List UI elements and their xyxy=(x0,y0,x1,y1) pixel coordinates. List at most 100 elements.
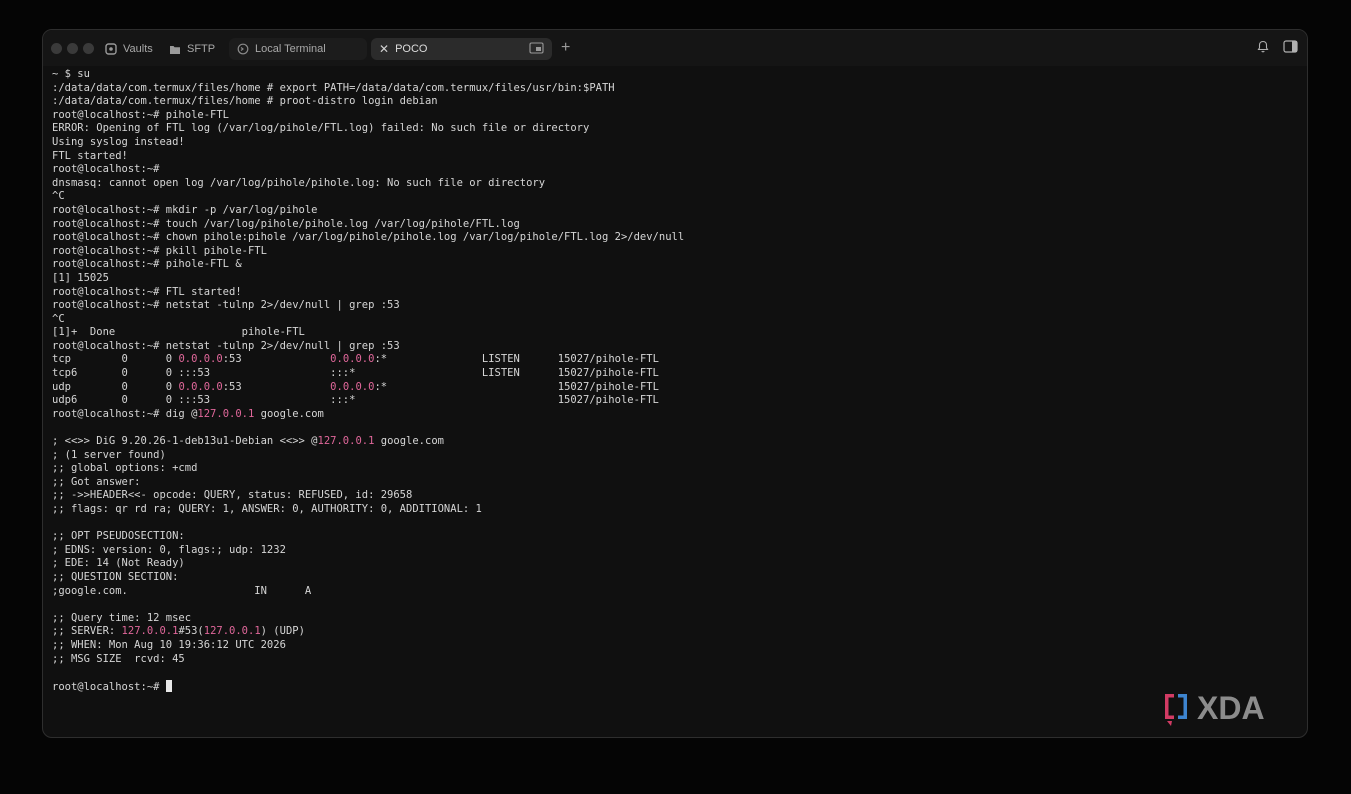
terminal-line: root@localhost:~# touch /var/log/pihole/… xyxy=(52,218,1307,232)
logo-text: XDA xyxy=(1197,690,1265,726)
terminal-line: tcp 0 0 0.0.0.0:53 0.0.0.0:* LISTEN 1502… xyxy=(52,353,1307,367)
terminal-text: root@localhost:~# FTL started! xyxy=(52,285,242,298)
close-icon[interactable]: ✕ xyxy=(379,42,389,56)
terminal-text: ;; SERVER: xyxy=(52,625,122,638)
terminal-text: ;; Got answer: xyxy=(52,475,141,488)
ip-address: 127.0.0.1 xyxy=(317,435,375,448)
tab-label: POCO xyxy=(395,43,428,55)
terminal-text: ERROR: Opening of FTL log (/var/log/piho… xyxy=(52,122,590,135)
terminal-text: ; EDNS: version: 0, flags:; udp: 1232 xyxy=(52,543,286,556)
tab-local-terminal[interactable]: Local Terminal xyxy=(229,38,367,60)
terminal-line: Using syslog instead! xyxy=(52,136,1307,150)
terminal-text: ;google.com. IN A xyxy=(52,584,312,597)
terminal-text: ^C xyxy=(52,312,65,325)
terminal-icon xyxy=(237,43,249,55)
terminal-text: udp6 0 0 :::53 :::* 15027/pihole-FTL xyxy=(52,394,659,407)
terminal-line: ;; Got answer: xyxy=(52,476,1307,490)
terminal-text: ;; MSG SIZE rcvd: 45 xyxy=(52,652,185,665)
terminal-line: :/data/data/com.termux/files/home # proo… xyxy=(52,95,1307,109)
ip-address: 127.0.0.1 xyxy=(203,625,261,638)
terminal-line: ;; WHEN: Mon Aug 10 19:36:12 UTC 2026 xyxy=(52,639,1307,653)
terminal-line: root@localhost:~# mkdir -p /var/log/piho… xyxy=(52,204,1307,218)
terminal-text: root@localhost:~# netstat -tulnp 2>/dev/… xyxy=(52,339,400,352)
terminal-text: ;; ->>HEADER<<- opcode: QUERY, status: R… xyxy=(52,489,413,502)
ip-address: 127.0.0.1 xyxy=(121,625,179,638)
terminal-line: root@localhost:~# FTL started! xyxy=(52,286,1307,300)
terminal-line: root@localhost:~# pihole-FTL xyxy=(52,109,1307,123)
terminal-line: tcp6 0 0 :::53 :::* LISTEN 15027/pihole-… xyxy=(52,367,1307,381)
terminal-text: root@localhost:~# dig @ xyxy=(52,407,198,420)
tab-poco[interactable]: ✕ POCO xyxy=(371,38,552,60)
terminal-line: root@localhost:~# chown pihole:pihole /v… xyxy=(52,231,1307,245)
screen-share-icon[interactable] xyxy=(529,42,544,55)
terminal-text: root@localhost:~# touch /var/log/pihole/… xyxy=(52,217,520,230)
sidebar-toggle-icon[interactable] xyxy=(1283,40,1298,53)
terminal-line: ;; global options: +cmd xyxy=(52,462,1307,476)
folder-icon xyxy=(170,45,180,54)
terminal-text: dnsmasq: cannot open log /var/log/pihole… xyxy=(52,176,546,189)
terminal-line: ;; Query time: 12 msec xyxy=(52,612,1307,626)
bell-icon[interactable] xyxy=(1257,40,1269,53)
terminal-text: root@localhost:~# xyxy=(52,163,160,176)
terminal-line: ;; flags: qr rd ra; QUERY: 1, ANSWER: 0,… xyxy=(52,503,1307,517)
terminal-text: google.com xyxy=(254,407,324,420)
terminal-line: root@localhost:~# netstat -tulnp 2>/dev/… xyxy=(52,340,1307,354)
terminal-text: ;; Query time: 12 msec xyxy=(52,611,192,624)
terminal-text: ;; OPT PSEUDOSECTION: xyxy=(52,530,185,543)
terminal-line: ^C xyxy=(52,190,1307,204)
terminal-text: [1] 15025 xyxy=(52,271,109,284)
terminal-line: ;google.com. IN A xyxy=(52,585,1307,599)
xda-logo: XDA xyxy=(1165,690,1265,726)
terminal-line: ;; SERVER: 127.0.0.1#53(127.0.0.1) (UDP) xyxy=(52,625,1307,639)
terminal-line: root@localhost:~# dig @127.0.0.1 google.… xyxy=(52,408,1307,422)
terminal-text: root@localhost:~# mkdir -p /var/log/piho… xyxy=(52,203,318,216)
terminal-text: root@localhost:~# pkill pihole-FTL xyxy=(52,244,267,257)
terminal-line: root@localhost:~# netstat -tulnp 2>/dev/… xyxy=(52,299,1307,313)
terminal-text: :/data/data/com.termux/files/home # expo… xyxy=(52,81,615,94)
terminal-text: tcp6 0 0 :::53 :::* LISTEN 15027/pihole-… xyxy=(52,367,659,380)
terminal-line: ^C xyxy=(52,313,1307,327)
tab-vaults[interactable]: Vaults xyxy=(97,38,159,60)
terminal-text: [1]+ Done pihole-FTL xyxy=(52,326,305,339)
terminal-line: ; EDE: 14 (Not Ready) xyxy=(52,557,1307,571)
ip-address: 127.0.0.1 xyxy=(197,407,255,420)
terminal-text: ; <<>> DiG 9.20.26-1-deb13u1-Debian <<>>… xyxy=(52,435,318,448)
zoom-window-button[interactable] xyxy=(83,43,94,54)
terminal-text: ^C xyxy=(52,190,65,203)
tab-label: Vaults xyxy=(123,43,153,55)
terminal-text: ;; flags: qr rd ra; QUERY: 1, ANSWER: 0,… xyxy=(52,503,482,515)
terminal-line: ; <<>> DiG 9.20.26-1-deb13u1-Debian <<>>… xyxy=(52,435,1307,449)
terminal-text: :53 xyxy=(222,380,331,393)
terminal-line: FTL started! xyxy=(52,150,1307,164)
terminal-text: root@localhost:~# netstat -tulnp 2>/dev/… xyxy=(52,299,400,312)
terminal-line: udp 0 0 0.0.0.0:53 0.0.0.0:* 15027/pihol… xyxy=(52,381,1307,395)
terminal-line: ERROR: Opening of FTL log (/var/log/piho… xyxy=(52,122,1307,136)
terminal-text: :53 xyxy=(222,353,331,366)
terminal-text: Using syslog instead! xyxy=(52,135,185,148)
terminal-text: root@localhost:~# pihole-FTL & xyxy=(52,258,242,271)
new-tab-button[interactable]: + xyxy=(561,39,570,57)
terminal-line: root@localhost:~# xyxy=(52,679,1307,694)
minimize-window-button[interactable] xyxy=(67,43,78,54)
terminal-text: :/data/data/com.termux/files/home # proo… xyxy=(52,95,438,108)
vault-icon xyxy=(105,43,117,55)
terminal-line: ;; ->>HEADER<<- opcode: QUERY, status: R… xyxy=(52,489,1307,503)
terminal-output[interactable]: ~ $ su:/data/data/com.termux/files/home … xyxy=(52,68,1307,737)
terminal-line: [1] 15025 xyxy=(52,272,1307,286)
terminal-text: ) (UDP) xyxy=(260,625,305,638)
close-window-button[interactable] xyxy=(51,43,62,54)
terminal-line: [1]+ Done pihole-FTL xyxy=(52,326,1307,340)
terminal-text: #53( xyxy=(178,625,204,638)
terminal-text: ;; WHEN: Mon Aug 10 19:36:12 UTC 2026 xyxy=(52,638,286,651)
terminal-text: tcp 0 0 xyxy=(52,353,179,366)
terminal-text: ~ $ su xyxy=(52,68,90,80)
terminal-line: ~ $ su xyxy=(52,68,1307,82)
ip-address: 0.0.0.0 xyxy=(330,353,375,366)
terminal-text: :* 15027/pihole-FTL xyxy=(374,380,659,393)
terminal-text: google.com xyxy=(374,435,444,448)
tab-sftp[interactable]: SFTP xyxy=(161,38,219,60)
terminal-text: :* LISTEN 15027/pihole-FTL xyxy=(374,353,659,366)
